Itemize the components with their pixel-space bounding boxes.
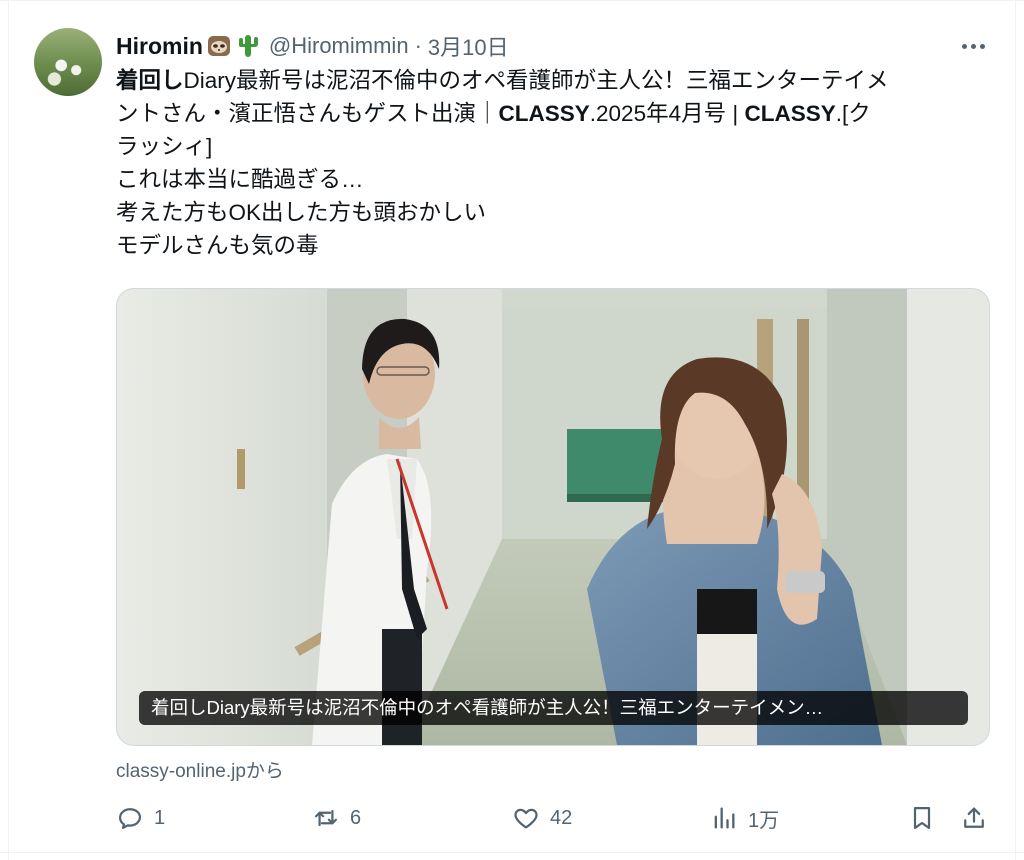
tweet-line-4: これは本当に酷過ぎる… bbox=[116, 167, 364, 192]
like-count: 42 bbox=[550, 806, 573, 829]
repost-count: 6 bbox=[350, 806, 362, 829]
tweet-line-6: モデルさんも気の毒 bbox=[116, 233, 319, 258]
tweet-text-segment: .[ク bbox=[835, 101, 871, 126]
avatar[interactable] bbox=[34, 28, 102, 96]
views-button[interactable]: 1万 bbox=[710, 800, 779, 836]
more-options-icon[interactable] bbox=[956, 33, 990, 59]
card-caption: 着回しDiary最新号は泥沼不倫中のオペ看護師が主人公！三福エンターテイメン… bbox=[139, 691, 968, 725]
tweet-header: Hiromin @Hiromimmin · 3月10日 bbox=[116, 30, 509, 62]
reply-icon bbox=[118, 808, 142, 830]
tweet-line-5: 考えた方もOK出した方も頭おかしい bbox=[116, 200, 487, 225]
tweet-text-segment: Diary最新号は泥沼不倫中のオペ看護師が主人公！三福エンターテイメ bbox=[183, 68, 889, 93]
tweet-bold-keyword: 着回し bbox=[116, 68, 184, 93]
share-icon bbox=[964, 807, 984, 828]
tweet-bold-brand: CLASSY bbox=[744, 101, 836, 126]
like-button[interactable]: 42 bbox=[512, 800, 572, 836]
tweet-text-segment: .2025年4月号 | bbox=[589, 101, 745, 126]
frame-left-border bbox=[8, 0, 9, 860]
tweet-text: 着回しDiary最新号は泥沼不倫中のオペ看護師が主人公！三福エンターテイメ ント… bbox=[116, 64, 996, 262]
tweet-line-3: ラッシィ] bbox=[116, 134, 213, 159]
tweet-date[interactable]: 3月10日 bbox=[428, 30, 509, 62]
tweet-line-2: ントさん・濱正悟さんもゲスト出演｜CLASSY.2025年4月号 | CLASS… bbox=[116, 97, 996, 130]
tweet-text-segment: ントさん・濱正悟さんもゲスト出演｜ bbox=[116, 101, 499, 126]
tweet-bold-brand: CLASSY bbox=[498, 101, 590, 126]
dot-separator: · bbox=[414, 33, 422, 58]
frame-bottom-border bbox=[0, 852, 1024, 853]
author-name[interactable]: Hiromin bbox=[116, 33, 203, 60]
views-chart-icon bbox=[714, 807, 735, 829]
cactus-emoji-icon bbox=[238, 35, 258, 57]
frame-top-border bbox=[0, 0, 1024, 1]
card-source-domain[interactable]: classy-online.jpから bbox=[116, 756, 284, 783]
author-handle[interactable]: @Hiromimmin bbox=[269, 33, 409, 59]
frame-right-border bbox=[1015, 0, 1016, 860]
heart-icon bbox=[514, 808, 538, 829]
views-count: 1万 bbox=[748, 809, 780, 832]
link-card[interactable]: 着回しDiary最新号は泥沼不倫中のオペ看護師が主人公！三福エンターテイメン… bbox=[116, 288, 990, 746]
tweet-actions: 1 6 42 1万 bbox=[116, 800, 996, 836]
reply-count: 1 bbox=[154, 806, 166, 829]
bookmark-icon bbox=[913, 806, 931, 830]
repost-button[interactable]: 6 bbox=[312, 800, 361, 836]
sloth-emoji-icon bbox=[207, 36, 230, 56]
repost-icon bbox=[314, 809, 338, 827]
card-photo bbox=[117, 289, 989, 745]
reply-button[interactable]: 1 bbox=[116, 800, 165, 836]
tweet-line-1: 着回しDiary最新号は泥沼不倫中のオペ看護師が主人公！三福エンターテイメ bbox=[116, 64, 996, 97]
bookmark-button[interactable] bbox=[908, 800, 936, 836]
share-button[interactable] bbox=[960, 800, 988, 836]
